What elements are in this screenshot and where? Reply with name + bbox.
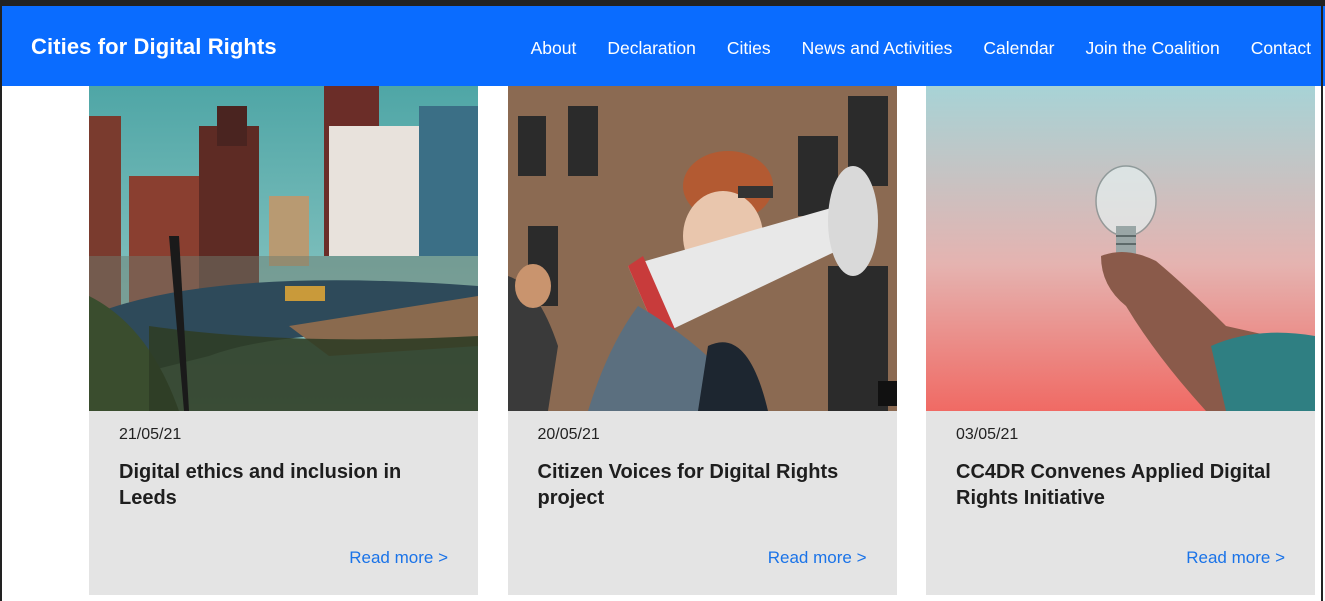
page-frame bbox=[0, 0, 1323, 601]
